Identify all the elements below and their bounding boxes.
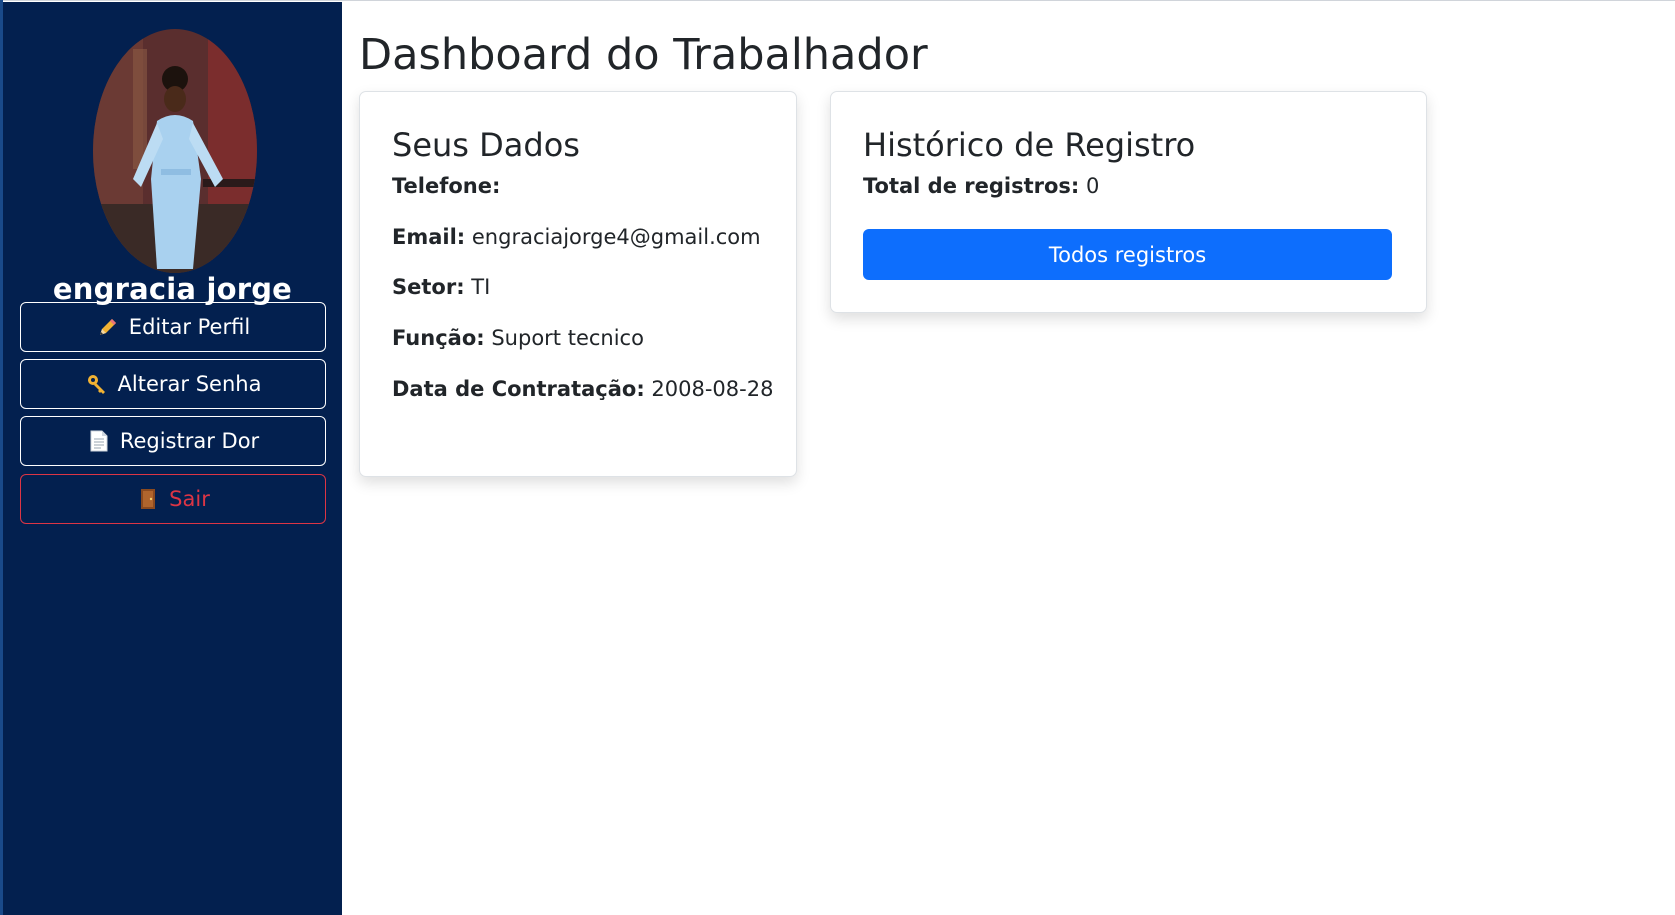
change-password-label: Alterar Senha xyxy=(117,372,262,396)
phone-field: Telefone: xyxy=(392,174,500,198)
history-card: Histórico de Registro Total de registros… xyxy=(830,91,1427,313)
top-divider xyxy=(0,0,1675,1)
edit-profile-button[interactable]: Editar Perfil xyxy=(20,302,326,352)
history-title: Histórico de Registro xyxy=(863,126,1196,164)
total-records-field: Total de registros: 0 xyxy=(863,174,1099,198)
register-pain-label: Registrar Dor xyxy=(119,429,260,453)
logout-button[interactable]: Sair xyxy=(20,474,326,524)
phone-label: Telefone: xyxy=(392,174,501,198)
role-label: Função: xyxy=(392,326,485,350)
register-pain-button[interactable]: Registrar Dor xyxy=(20,416,326,466)
hire-date-value: 2008-08-28 xyxy=(651,377,774,401)
key-icon xyxy=(85,372,109,396)
sector-label: Setor: xyxy=(392,275,465,299)
edit-profile-label: Editar Perfil xyxy=(128,315,251,339)
total-records-label: Total de registros: xyxy=(863,174,1080,198)
email-field: Email: engraciajorge4@gmail.com xyxy=(392,225,761,249)
change-password-button[interactable]: Alterar Senha xyxy=(20,359,326,409)
sector-value: TI xyxy=(471,275,491,299)
email-value: engraciajorge4@gmail.com xyxy=(471,225,761,249)
role-field: Função: Suport tecnico xyxy=(392,326,644,350)
door-icon xyxy=(136,487,160,511)
hire-date-label: Data de Contratação: xyxy=(392,377,645,401)
avatar-photo xyxy=(93,29,257,273)
sidebar: engracia jorge Editar Perfil Alterar Sen… xyxy=(3,2,342,915)
logout-label: Sair xyxy=(169,487,210,511)
avatar xyxy=(93,29,257,273)
all-records-button[interactable]: Todos registros xyxy=(863,229,1392,280)
role-value: Suport tecnico xyxy=(491,326,644,350)
personal-data-title: Seus Dados xyxy=(392,126,580,164)
sector-field: Setor: TI xyxy=(392,275,490,299)
page-title: Dashboard do Trabalhador xyxy=(359,30,928,80)
pencil-icon xyxy=(96,315,120,339)
document-icon xyxy=(87,429,111,453)
personal-data-card: Seus Dados Telefone: Email: engraciajorg… xyxy=(359,91,797,477)
user-name: engracia jorge xyxy=(52,272,293,306)
total-records-value: 0 xyxy=(1086,174,1100,198)
page: engracia jorge Editar Perfil Alterar Sen… xyxy=(0,0,1675,915)
email-label: Email: xyxy=(392,225,466,249)
hire-date-field: Data de Contratação: 2008-08-28 xyxy=(392,377,773,401)
